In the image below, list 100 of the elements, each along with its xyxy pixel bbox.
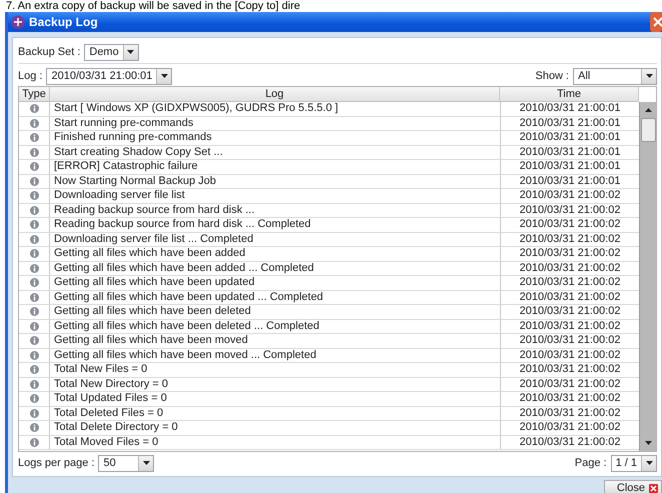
info-icon: [30, 336, 38, 346]
close-icon: [649, 484, 658, 492]
table-cell: Reading backup source from hard disk ... Completed: [50, 218, 501, 232]
column-header[interactable]: Type: [19, 87, 50, 102]
table-cell: Total New Files = 0: [50, 363, 501, 376]
table-cell: Now Starting Normal Backup Job: [50, 174, 501, 188]
column-header[interactable]: Time: [500, 87, 639, 102]
table-cell: Start running pre-commands: [50, 116, 501, 130]
info-icon: [30, 220, 38, 230]
table-cell: Total Deleted Files = 0: [50, 406, 501, 420]
window-title: Backup Log: [29, 15, 99, 29]
info-icon: [30, 176, 38, 186]
table-cell-text: 2010/03/31 21:00:02: [518, 436, 622, 449]
column-header[interactable]: Log: [50, 87, 500, 102]
info-icon: [30, 249, 38, 258]
info-icon: [30, 104, 38, 114]
table-cell: Finished running pre-commands: [50, 131, 501, 144]
app-logo-icon: [11, 15, 25, 29]
scroll-down-icon[interactable]: [644, 441, 652, 445]
caret-icon: [127, 50, 134, 54]
table-cell: Getting all files which have been added ... Completed: [50, 262, 501, 275]
table-cell: Getting all files which have been updated ... Completed: [50, 290, 501, 304]
backup-set-dropdown[interactable]: Demo: [84, 44, 139, 60]
info-icon: [30, 191, 38, 200]
scrollbar[interactable]: [639, 102, 656, 451]
table-cell-text: 2010/03/31 21:00:02: [518, 305, 622, 318]
info-icon: [30, 365, 38, 374]
table-cell: Getting all files which have been deleted: [50, 305, 501, 318]
table-cell-text: 2010/03/31 21:00:02: [518, 189, 622, 202]
table-cell: Getting all files which have been added: [50, 247, 501, 260]
scrollbar-thumb[interactable]: [640, 118, 656, 142]
table-cell-text: 2010/03/31 21:00:01: [518, 146, 622, 159]
info-icon: [30, 380, 38, 389]
table-cell: Downloading server file list ... Completed: [50, 232, 501, 246]
info-icon: [30, 264, 38, 273]
caret-icon: [142, 461, 150, 465]
table-cell: Getting all files which have been moved ... Completed: [50, 348, 501, 362]
info-icon: [30, 408, 38, 418]
table-cell-text: 2010/03/31 21:00:02: [518, 406, 622, 420]
table-cell-text: 2010/03/31 21:00:02: [518, 320, 622, 333]
table-cell: Getting all files which have been updated: [50, 276, 501, 290]
caret-icon: [160, 74, 168, 78]
table-cell: Reading backup source from hard disk ...: [50, 204, 501, 217]
info-icon: [30, 394, 38, 404]
table-cell: Total Moved Files = 0: [50, 436, 501, 449]
show-label: Show :: [535, 70, 569, 82]
info-icon: [30, 423, 38, 432]
backup-set-label: Backup Set :: [18, 46, 80, 58]
table-cell-text: 2010/03/31 21:00:02: [518, 421, 622, 434]
table-cell-text: 2010/03/31 21:00:02: [518, 232, 622, 246]
table-cell: Getting all files which have been deleted ... Completed: [50, 320, 501, 333]
table-cell-text: 2010/03/31 21:00:01: [518, 116, 622, 130]
log-dropdown[interactable]: 2010/03/31 21:00:01: [46, 68, 172, 84]
info-icon: [30, 234, 38, 244]
info-icon: [30, 206, 38, 215]
show-dropdown[interactable]: All: [573, 68, 657, 84]
info-icon: [30, 350, 38, 360]
table-cell-text: 2010/03/31 21:00:02: [518, 392, 622, 406]
table-cell-text: 2010/03/31 21:00:02: [518, 348, 622, 362]
table-cell-text: 2010/03/31 21:00:02: [518, 262, 622, 275]
table-cell-text: 2010/03/31 21:00:02: [518, 276, 622, 290]
table-cell: Getting all files which have been moved: [50, 334, 501, 348]
logs-per-page-dropdown[interactable]: 50: [98, 454, 154, 472]
document-text: 7. An extra copy of backup will be saved in the [Copy to] dire: [5, 0, 302, 12]
info-icon: [30, 292, 38, 302]
table-cell-text: 2010/03/31 21:00:01: [518, 160, 622, 174]
table-cell: Start creating Shadow Copy Set ...: [50, 146, 501, 159]
log-label: Log :: [18, 70, 42, 82]
caret-icon: [646, 74, 652, 78]
table-cell-text: 2010/03/31 21:00:01: [518, 174, 622, 188]
close-icon[interactable]: [650, 12, 662, 32]
table-cell-text: 2010/03/31 21:00:01: [518, 131, 622, 144]
scroll-up-icon[interactable]: [644, 108, 652, 112]
info-icon: [30, 118, 38, 128]
table-cell-text: 2010/03/31 21:00:02: [518, 218, 622, 232]
table-cell: Start [ Windows XP (GIDXPWS005), GUDRS Pro 5.5.5.0 ]: [50, 102, 501, 116]
table-cell-text: 2010/03/31 21:00:01: [518, 102, 622, 116]
table-cell-text: 2010/03/31 21:00:02: [518, 247, 622, 260]
table-cell: [ERROR] Catastrophic failure: [50, 160, 501, 174]
info-icon: [30, 148, 38, 157]
page-label: Page :: [574, 457, 607, 469]
table-cell-text: 2010/03/31 21:00:02: [518, 204, 622, 217]
table-cell: Total New Directory = 0: [50, 378, 501, 391]
table-cell-text: 2010/03/31 21:00:02: [518, 334, 622, 348]
logs-per-page-label: Logs per page :: [18, 457, 94, 469]
info-icon: [30, 438, 38, 447]
page-dropdown[interactable]: 1 / 1: [610, 454, 657, 472]
caret-icon: [646, 461, 652, 465]
info-icon: [30, 162, 38, 172]
table-cell-text: 2010/03/31 21:00:02: [518, 290, 622, 304]
info-icon: [30, 322, 38, 331]
table-cell-text: 2010/03/31 21:00:02: [518, 378, 622, 391]
table-cell: Downloading server file list: [50, 189, 501, 202]
table-cell-text: 2010/03/31 21:00:02: [518, 363, 622, 376]
close-button[interactable]: Close: [604, 480, 662, 493]
table-cell: Total Delete Directory = 0: [50, 421, 501, 434]
info-icon: [30, 133, 38, 142]
table-cell: Total Updated Files = 0: [50, 392, 501, 406]
info-icon: [30, 278, 38, 288]
info-icon: [30, 307, 38, 316]
